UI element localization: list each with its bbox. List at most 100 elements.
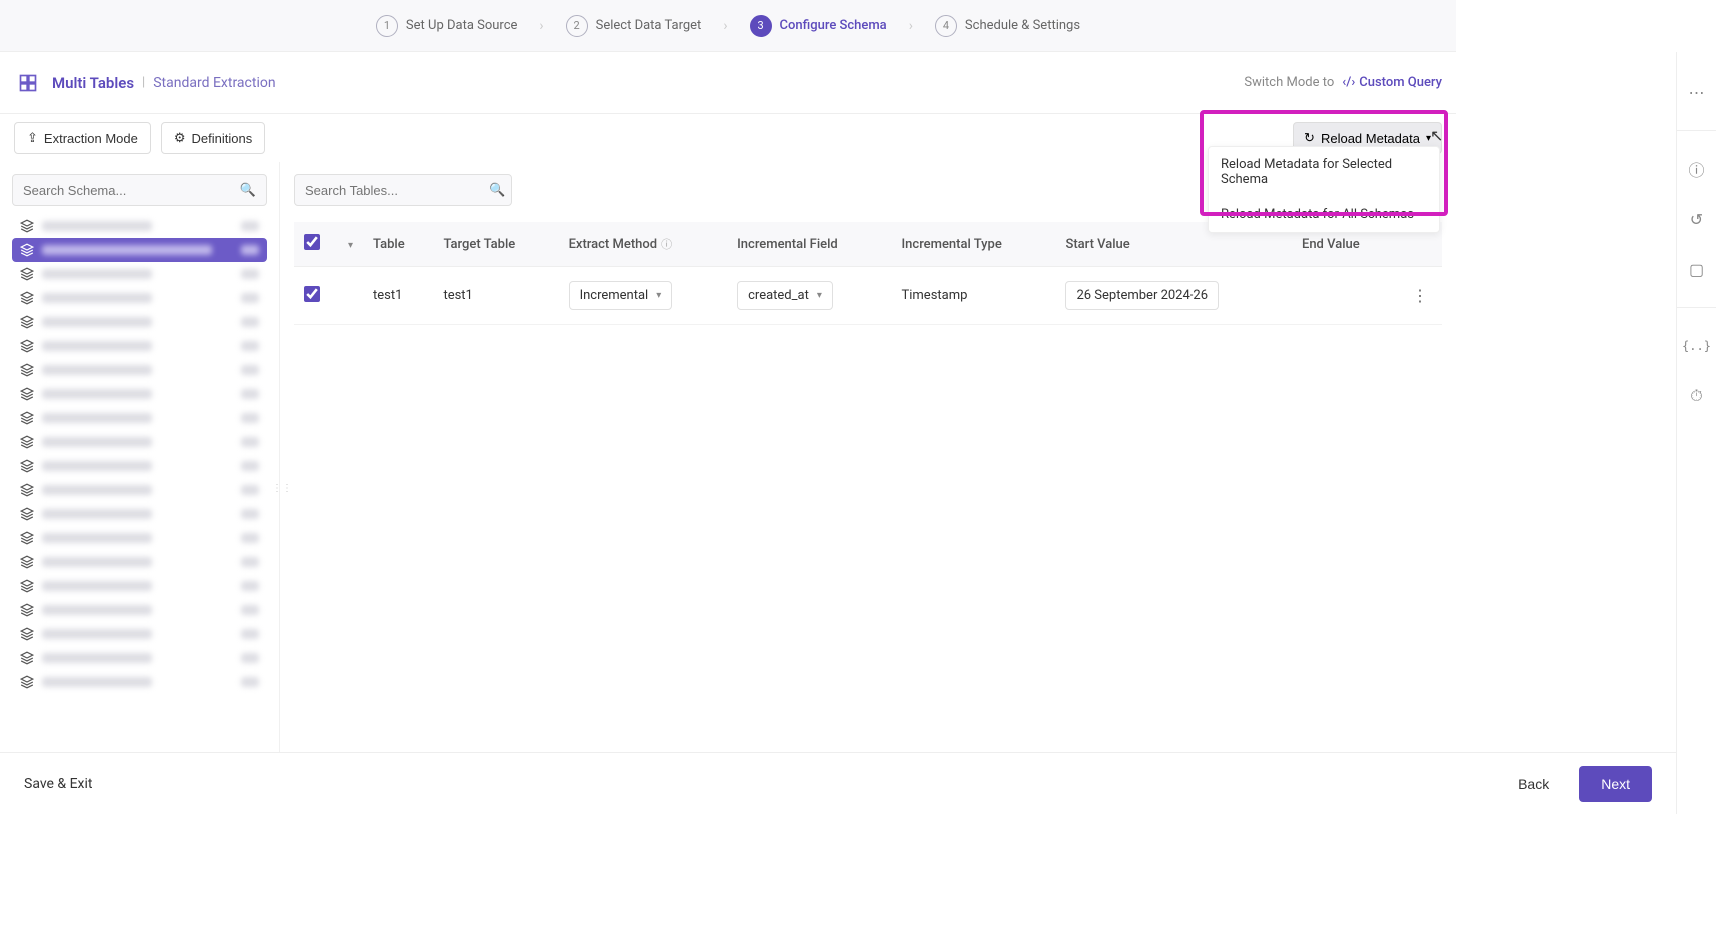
schema-count bbox=[241, 221, 259, 231]
schema-sidebar: 🔍 bbox=[0, 162, 280, 814]
schema-count bbox=[241, 509, 259, 519]
schema-item[interactable] bbox=[12, 214, 267, 238]
col-target[interactable]: Target Table bbox=[433, 222, 558, 267]
schema-item[interactable] bbox=[12, 478, 267, 502]
info-icon[interactable]: ⓘ bbox=[1685, 157, 1709, 181]
schema-name bbox=[42, 629, 152, 639]
step-3[interactable]: 3 Configure Schema bbox=[750, 15, 887, 37]
chevron-down-icon[interactable]: ▾ bbox=[348, 240, 353, 251]
schema-item[interactable] bbox=[12, 574, 267, 598]
reload-all-schemas-option[interactable]: Reload Metadata for All Schemas bbox=[1209, 197, 1439, 232]
schema-item[interactable] bbox=[12, 622, 267, 646]
extraction-mode-button[interactable]: ⇪ Extraction Mode bbox=[14, 122, 151, 154]
extraction-mode-label: Extraction Mode bbox=[44, 131, 138, 146]
schema-item[interactable] bbox=[12, 598, 267, 622]
chevron-right-icon: › bbox=[909, 18, 913, 34]
schema-item[interactable] bbox=[12, 286, 267, 310]
col-inc-type[interactable]: Incremental Type bbox=[891, 222, 1055, 267]
step-1[interactable]: 1 Set Up Data Source bbox=[376, 15, 517, 37]
info-icon[interactable]: ⓘ bbox=[661, 238, 672, 251]
col-extract[interactable]: Extract Methodⓘ bbox=[559, 222, 728, 267]
multi-tables-icon bbox=[14, 69, 42, 97]
schema-count bbox=[241, 677, 259, 687]
schema-item[interactable] bbox=[12, 550, 267, 574]
step-2[interactable]: 2 Select Data Target bbox=[566, 15, 702, 37]
more-icon[interactable]: ⋯ bbox=[1685, 80, 1709, 104]
upload-icon: ⇪ bbox=[27, 130, 38, 146]
schema-item[interactable] bbox=[12, 238, 267, 262]
title-separator: | bbox=[142, 75, 145, 90]
schema-count bbox=[241, 557, 259, 567]
tables-grid: ▾ Table Target Table Extract Methodⓘ Inc… bbox=[294, 222, 1442, 325]
custom-query-link[interactable]: ‹/› Custom Query bbox=[1342, 75, 1442, 90]
schema-count bbox=[241, 413, 259, 423]
schema-name bbox=[42, 461, 152, 471]
extract-method-select[interactable]: Incremental ▾ bbox=[569, 281, 673, 310]
row-checkbox[interactable] bbox=[304, 286, 320, 302]
chevron-down-icon: ▾ bbox=[656, 290, 661, 301]
col-inc-field[interactable]: Incremental Field bbox=[727, 222, 891, 267]
schema-item[interactable] bbox=[12, 382, 267, 406]
schema-item[interactable] bbox=[12, 310, 267, 334]
select-all-checkbox[interactable] bbox=[304, 234, 320, 250]
cell-table: test1 bbox=[363, 267, 433, 325]
schema-search-input[interactable] bbox=[23, 183, 232, 198]
schema-name bbox=[42, 221, 152, 231]
schema-item[interactable] bbox=[12, 454, 267, 478]
schema-list bbox=[12, 214, 267, 802]
back-button[interactable]: Back bbox=[1500, 766, 1567, 802]
page-header: Multi Tables | Standard Extraction Switc… bbox=[0, 52, 1456, 114]
schema-count bbox=[241, 365, 259, 375]
start-value-input[interactable]: 26 September 2024-26 bbox=[1065, 281, 1219, 310]
schema-name bbox=[42, 533, 152, 543]
reload-metadata-dropdown: Reload Metadata for Selected Schema Relo… bbox=[1208, 146, 1440, 233]
schema-count bbox=[241, 341, 259, 351]
sliders-icon: ⚙ bbox=[174, 130, 186, 146]
step-number: 1 bbox=[376, 15, 398, 37]
schema-count bbox=[241, 317, 259, 327]
json-icon[interactable]: {..} bbox=[1685, 334, 1709, 358]
table-search[interactable]: 🔍 bbox=[294, 174, 512, 206]
schema-item[interactable] bbox=[12, 502, 267, 526]
schema-name bbox=[42, 317, 152, 327]
reload-metadata-label: Reload Metadata bbox=[1321, 131, 1420, 146]
schema-item[interactable] bbox=[12, 358, 267, 382]
step-label: Schedule & Settings bbox=[965, 18, 1080, 33]
schema-count bbox=[241, 461, 259, 471]
schema-name bbox=[42, 605, 152, 615]
monitor-icon[interactable]: ▢ bbox=[1685, 257, 1709, 281]
step-label: Set Up Data Source bbox=[406, 18, 517, 33]
chevron-right-icon: › bbox=[723, 18, 727, 34]
schema-name bbox=[42, 581, 152, 591]
schema-count bbox=[241, 485, 259, 495]
step-label: Configure Schema bbox=[780, 18, 887, 33]
definitions-button[interactable]: ⚙ Definitions bbox=[161, 122, 265, 154]
sidebar-resize-handle[interactable]: ⋮⋮ bbox=[278, 478, 286, 498]
schema-item[interactable] bbox=[12, 262, 267, 286]
schema-name bbox=[42, 341, 152, 351]
step-4[interactable]: 4 Schedule & Settings bbox=[935, 15, 1080, 37]
main-table-area: 🔍 ▾ Table Target Table Extract Methodⓘ I… bbox=[280, 162, 1456, 814]
next-button[interactable]: Next bbox=[1579, 766, 1652, 802]
incremental-field-select[interactable]: created_at ▾ bbox=[737, 281, 833, 310]
schema-item[interactable] bbox=[12, 646, 267, 670]
stepper: 1 Set Up Data Source › 2 Select Data Tar… bbox=[0, 0, 1456, 52]
save-exit-link[interactable]: Save & Exit bbox=[24, 776, 92, 792]
row-menu-icon[interactable]: ⋮ bbox=[1408, 282, 1432, 309]
schema-item[interactable] bbox=[12, 430, 267, 454]
schema-item[interactable] bbox=[12, 334, 267, 358]
schema-name bbox=[42, 269, 152, 279]
schema-item[interactable] bbox=[12, 406, 267, 430]
schema-item[interactable] bbox=[12, 526, 267, 550]
reload-selected-schema-option[interactable]: Reload Metadata for Selected Schema bbox=[1209, 147, 1439, 197]
page-subtitle: Standard Extraction bbox=[153, 75, 275, 91]
schema-search[interactable]: 🔍 bbox=[12, 174, 267, 206]
schema-count bbox=[241, 293, 259, 303]
table-search-input[interactable] bbox=[305, 183, 481, 198]
search-icon: 🔍 bbox=[489, 183, 505, 198]
alert-icon[interactable]: ⏱ bbox=[1685, 384, 1709, 408]
col-table[interactable]: Table bbox=[363, 222, 433, 267]
history-icon[interactable]: ↺ bbox=[1685, 207, 1709, 231]
schema-item[interactable] bbox=[12, 670, 267, 694]
cell-target: test1 bbox=[433, 267, 558, 325]
